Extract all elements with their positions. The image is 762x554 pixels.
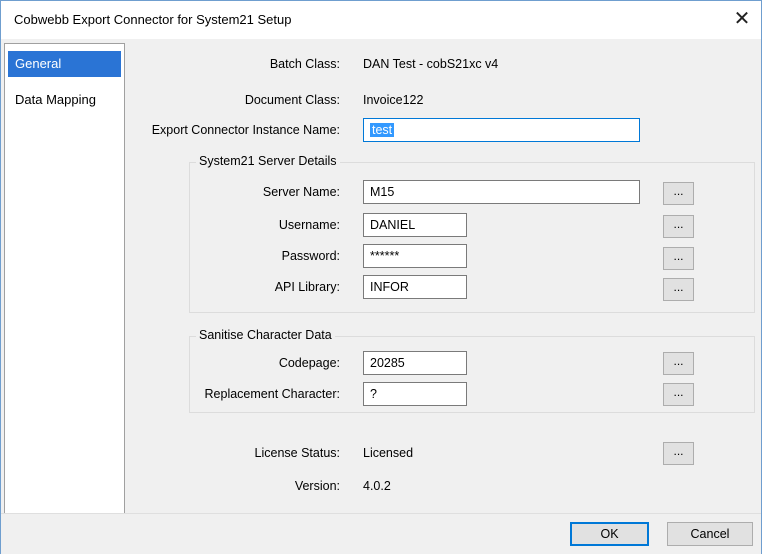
- instance-name-field[interactable]: test: [363, 118, 640, 142]
- password-browse-button[interactable]: ...: [663, 247, 694, 270]
- title-bar: Cobwebb Export Connector for System21 Se…: [1, 1, 761, 39]
- document-class-value: Invoice122: [363, 93, 424, 107]
- setup-dialog: Cobwebb Export Connector for System21 Se…: [0, 0, 762, 554]
- window-title: Cobwebb Export Connector for System21 Se…: [14, 12, 292, 27]
- cancel-button[interactable]: Cancel: [667, 522, 753, 546]
- password-label: Password:: [281, 249, 340, 263]
- sidebar-item-data-mapping[interactable]: Data Mapping: [8, 87, 121, 113]
- server-name-browse-button[interactable]: ...: [663, 182, 694, 205]
- replacement-character-label: Replacement Character:: [204, 387, 340, 401]
- sidebar: General Data Mapping: [4, 43, 125, 514]
- replacement-character-browse-button[interactable]: ...: [663, 383, 694, 406]
- server-details-title: System21 Server Details: [196, 154, 340, 168]
- license-status-label: License Status:: [254, 446, 340, 460]
- password-field[interactable]: ******: [363, 244, 467, 268]
- license-browse-button[interactable]: ...: [663, 442, 694, 465]
- version-label: Version:: [294, 479, 340, 493]
- general-panel: Batch Class: DAN Test - cobS21xc v4 Docu…: [127, 43, 760, 512]
- document-class-label: Document Class:: [244, 93, 340, 107]
- license-status-value: Licensed: [363, 446, 414, 460]
- instance-name-value: test: [370, 123, 395, 137]
- username-browse-button[interactable]: ...: [663, 215, 694, 238]
- username-label: Username:: [278, 218, 340, 232]
- replacement-character-field[interactable]: ?: [363, 382, 467, 406]
- sanitise-title: Sanitise Character Data: [196, 328, 335, 342]
- version-value: 4.0.2: [363, 479, 391, 493]
- ok-button[interactable]: OK: [570, 522, 649, 546]
- codepage-label: Codepage:: [278, 356, 340, 370]
- sidebar-item-general[interactable]: General: [8, 51, 121, 77]
- api-library-label: API Library:: [274, 280, 340, 294]
- api-library-field[interactable]: INFOR: [363, 275, 467, 299]
- dialog-footer: OK Cancel: [1, 513, 761, 554]
- batch-class-value: DAN Test - cobS21xc v4: [363, 57, 499, 71]
- server-name-field[interactable]: M15: [363, 180, 640, 204]
- api-library-browse-button[interactable]: ...: [663, 278, 694, 301]
- instance-name-label: Export Connector Instance Name:: [151, 123, 340, 137]
- codepage-browse-button[interactable]: ...: [663, 352, 694, 375]
- codepage-field[interactable]: 20285: [363, 351, 467, 375]
- server-name-label: Server Name:: [262, 185, 340, 199]
- username-field[interactable]: DANIEL: [363, 213, 467, 237]
- batch-class-label: Batch Class:: [269, 57, 340, 71]
- close-icon[interactable]: ✕: [727, 5, 757, 35]
